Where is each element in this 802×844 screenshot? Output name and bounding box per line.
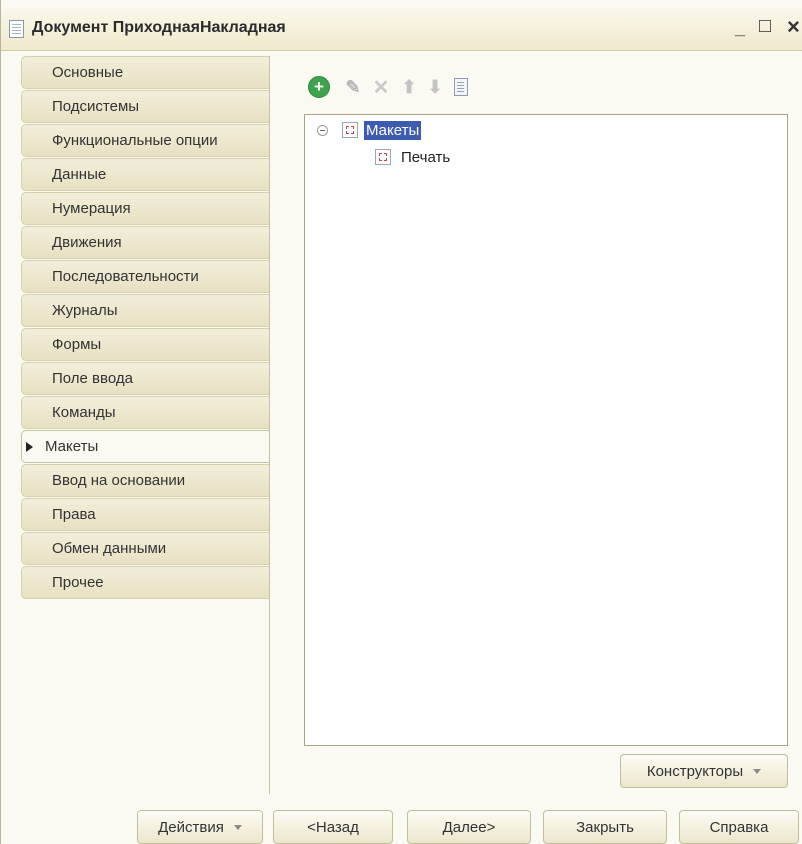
tree-node-print[interactable]: Печать xyxy=(375,146,450,168)
window-title: Документ ПриходнаяНакладная xyxy=(32,19,286,36)
tab-functional-options[interactable]: Функциональные опции xyxy=(21,124,269,157)
tab-other[interactable]: Прочее xyxy=(21,566,269,599)
dropdown-arrow-icon xyxy=(233,824,242,830)
tab-label: Движения xyxy=(52,234,122,251)
tab-data-exchange[interactable]: Обмен данными xyxy=(21,532,269,565)
document-icon xyxy=(9,20,24,38)
tab-commands[interactable]: Команды xyxy=(21,396,269,429)
button-label: Справка xyxy=(709,818,769,836)
tab-label: Функциональные опции xyxy=(52,132,218,149)
tab-label: Подсистемы xyxy=(52,98,140,115)
close-window-button[interactable]: × xyxy=(787,14,800,40)
tab-input-based-on[interactable]: Ввод на основании xyxy=(21,464,269,497)
edit-icon[interactable]: ✎ xyxy=(342,76,364,98)
list-icon[interactable] xyxy=(450,76,472,98)
delete-icon[interactable]: ✕ xyxy=(370,76,392,99)
tree-node-label: Печать xyxy=(401,148,451,166)
tree-node-root[interactable]: Макеты xyxy=(317,119,422,141)
templates-panel: + ✎ ✕ ⬆ ⬇ Макеты Печать Конструкторы xyxy=(269,56,802,794)
move-down-icon[interactable]: ⬇ xyxy=(424,76,446,98)
close-button[interactable]: Закрыть xyxy=(543,810,667,844)
tab-subsystems[interactable]: Подсистемы xyxy=(21,90,269,123)
next-button[interactable]: Далее> xyxy=(407,810,531,844)
tab-label: Журналы xyxy=(52,302,118,319)
active-tab-marker-icon xyxy=(26,442,33,452)
template-icon xyxy=(375,149,391,165)
actions-button[interactable]: Действия xyxy=(137,810,263,844)
tab-label: Ввод на основании xyxy=(52,472,186,489)
tab-forms[interactable]: Формы xyxy=(21,328,269,361)
tab-label: Обмен данными xyxy=(52,540,167,557)
back-button[interactable]: <Назад xyxy=(273,810,393,844)
tab-main[interactable]: Основные xyxy=(21,56,269,89)
tab-rights[interactable]: Права xyxy=(21,498,269,531)
minimize-button[interactable]: _ xyxy=(735,18,745,39)
button-label: Действия xyxy=(158,818,224,836)
template-icon xyxy=(342,122,358,138)
tab-label: Команды xyxy=(52,404,116,421)
button-label: Конструкторы xyxy=(646,762,744,780)
tab-list: Основные Подсистемы Функциональные опции… xyxy=(21,56,270,600)
tab-label: Макеты xyxy=(45,438,99,455)
tab-journals[interactable]: Журналы xyxy=(21,294,269,327)
tab-movements[interactable]: Движения xyxy=(21,226,269,259)
tab-numbering[interactable]: Нумерация xyxy=(21,192,269,225)
tab-label: Нумерация xyxy=(52,200,131,217)
tab-sequences[interactable]: Последовательности xyxy=(21,260,269,293)
button-label: Закрыть xyxy=(576,818,634,836)
tree-node-label: Макеты xyxy=(364,120,422,140)
add-icon[interactable]: + xyxy=(308,76,330,98)
button-label: <Назад xyxy=(307,818,359,836)
tab-label: Основные xyxy=(52,64,124,81)
move-up-icon[interactable]: ⬆ xyxy=(398,76,420,98)
tab-label: Права xyxy=(52,506,96,523)
tab-label: Формы xyxy=(52,336,102,353)
help-button[interactable]: Справка xyxy=(679,810,799,844)
tab-input-field[interactable]: Поле ввода xyxy=(21,362,269,395)
dropdown-arrow-icon xyxy=(753,768,762,774)
tab-data[interactable]: Данные xyxy=(21,158,269,191)
templates-tree[interactable]: Макеты Печать xyxy=(304,114,788,746)
tab-label: Данные xyxy=(52,166,107,183)
window: Документ ПриходнаяНакладная _ □ × Основн… xyxy=(0,0,802,844)
tab-label: Прочее xyxy=(52,574,104,591)
tab-templates[interactable]: Макеты xyxy=(21,430,270,463)
collapse-icon[interactable] xyxy=(317,124,328,136)
maximize-button[interactable]: □ xyxy=(759,15,771,38)
button-label: Далее> xyxy=(442,818,496,836)
tab-label: Поле ввода xyxy=(52,370,133,387)
title-bar: Документ ПриходнаяНакладная _ □ × xyxy=(1,8,802,51)
constructors-button[interactable]: Конструкторы xyxy=(620,754,788,788)
tab-label: Последовательности xyxy=(52,268,199,285)
